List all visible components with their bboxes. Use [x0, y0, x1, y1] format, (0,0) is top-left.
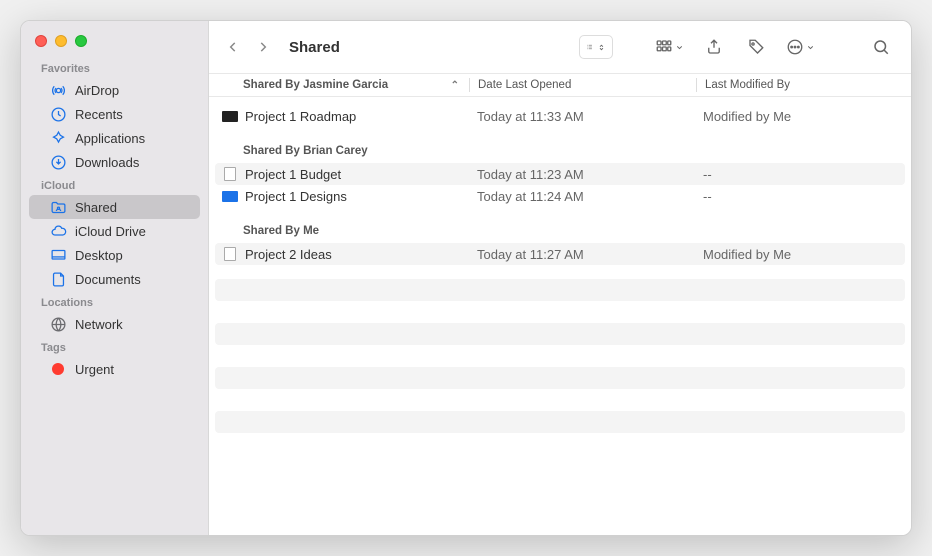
file-date: Today at 11:27 AM [469, 247, 695, 262]
group-by-button[interactable] [649, 34, 690, 60]
documents-icon [49, 270, 67, 288]
download-icon [49, 153, 67, 171]
clock-icon [49, 105, 67, 123]
group-header: Shared By Brian Carey [209, 127, 911, 163]
cloud-icon [49, 222, 67, 240]
sidebar-item-label: iCloud Drive [75, 224, 146, 239]
sort-ascending-icon: ⌃ [451, 80, 459, 91]
window-controls [21, 29, 208, 57]
placeholder-row [215, 279, 905, 301]
grid-icon [655, 38, 673, 56]
file-row[interactable]: Project 2 Ideas Today at 11:27 AM Modifi… [215, 243, 905, 265]
chevron-down-icon [806, 43, 815, 52]
sidebar-section-icloud: iCloud [21, 174, 208, 195]
file-icon [221, 247, 239, 261]
column-name[interactable]: Shared By Jasmine Garcia ⌃ [209, 79, 469, 91]
file-modified-by: -- [695, 167, 905, 182]
sidebar-item-network[interactable]: Network [29, 312, 200, 336]
sidebar-item-label: Recents [75, 107, 123, 122]
file-row[interactable]: Project 1 Designs Today at 11:24 AM -- [209, 185, 911, 207]
file-modified-by: -- [695, 189, 911, 204]
file-name: Project 2 Ideas [245, 247, 332, 262]
sidebar-item-label: Desktop [75, 248, 123, 263]
file-date: Today at 11:23 AM [469, 167, 695, 182]
file-name: Project 1 Designs [245, 189, 347, 204]
sidebar-item-icloud-drive[interactable]: iCloud Drive [29, 219, 200, 243]
window-title: Shared [289, 39, 340, 56]
updown-icon [597, 43, 606, 52]
file-date: Today at 11:33 AM [469, 109, 695, 124]
placeholder-row [215, 411, 905, 433]
more-icon [786, 38, 804, 56]
placeholder-row [215, 367, 905, 389]
sidebar-item-label: Downloads [75, 155, 139, 170]
sidebar-item-label: Documents [75, 272, 141, 287]
fullscreen-button[interactable] [75, 35, 87, 47]
sidebar-section-favorites: Favorites [21, 57, 208, 78]
file-date: Today at 11:24 AM [469, 189, 695, 204]
file-icon [221, 109, 239, 123]
list-view-icon [586, 39, 593, 55]
actions-button[interactable] [780, 34, 821, 60]
tags-button[interactable] [738, 34, 774, 60]
tag-dot-icon [49, 360, 67, 378]
file-list: Project 1 Roadmap Today at 11:33 AM Modi… [209, 97, 911, 535]
file-icon [221, 167, 239, 181]
sidebar: Favorites AirDrop Recents Applications D… [21, 21, 209, 535]
shared-folder-icon [49, 198, 67, 216]
apps-icon [49, 129, 67, 147]
placeholder-rows [209, 279, 911, 433]
tag-icon [747, 38, 765, 56]
forward-button[interactable] [251, 35, 275, 59]
file-modified-by: Modified by Me [695, 109, 911, 124]
search-icon [872, 38, 890, 56]
airdrop-icon [49, 81, 67, 99]
sidebar-item-documents[interactable]: Documents [29, 267, 200, 291]
columns-header: Shared By Jasmine Garcia ⌃ Date Last Ope… [209, 73, 911, 97]
search-button[interactable] [863, 34, 899, 60]
close-button[interactable] [35, 35, 47, 47]
sidebar-section-locations: Locations [21, 291, 208, 312]
main-panel: Shared [209, 21, 911, 535]
sidebar-item-label: Shared [75, 200, 117, 215]
finder-window: Favorites AirDrop Recents Applications D… [20, 20, 912, 536]
sidebar-section-tags: Tags [21, 336, 208, 357]
chevron-down-icon [675, 43, 684, 52]
sidebar-item-label: AirDrop [75, 83, 119, 98]
sidebar-item-recents[interactable]: Recents [29, 102, 200, 126]
back-button[interactable] [221, 35, 245, 59]
group-header: Shared By Me [209, 207, 911, 243]
sidebar-item-desktop[interactable]: Desktop [29, 243, 200, 267]
network-icon [49, 315, 67, 333]
view-switcher[interactable] [579, 35, 613, 59]
sidebar-item-downloads[interactable]: Downloads [29, 150, 200, 174]
file-icon [221, 189, 239, 203]
share-button[interactable] [696, 34, 732, 60]
sidebar-item-label: Network [75, 317, 123, 332]
sidebar-item-airdrop[interactable]: AirDrop [29, 78, 200, 102]
file-name: Project 1 Budget [245, 167, 341, 182]
share-icon [705, 38, 723, 56]
sidebar-item-tag-urgent[interactable]: Urgent [29, 357, 200, 381]
desktop-icon [49, 246, 67, 264]
minimize-button[interactable] [55, 35, 67, 47]
sidebar-item-shared[interactable]: Shared [29, 195, 200, 219]
file-modified-by: Modified by Me [695, 247, 905, 262]
file-name: Project 1 Roadmap [245, 109, 356, 124]
column-modified[interactable]: Last Modified By [697, 79, 911, 91]
file-row[interactable]: Project 1 Roadmap Today at 11:33 AM Modi… [209, 105, 911, 127]
placeholder-row [215, 323, 905, 345]
sidebar-item-label: Applications [75, 131, 145, 146]
toolbar: Shared [209, 21, 911, 73]
sidebar-item-applications[interactable]: Applications [29, 126, 200, 150]
column-date[interactable]: Date Last Opened [470, 79, 696, 91]
file-row[interactable]: Project 1 Budget Today at 11:23 AM -- [215, 163, 905, 185]
sidebar-item-label: Urgent [75, 362, 114, 377]
